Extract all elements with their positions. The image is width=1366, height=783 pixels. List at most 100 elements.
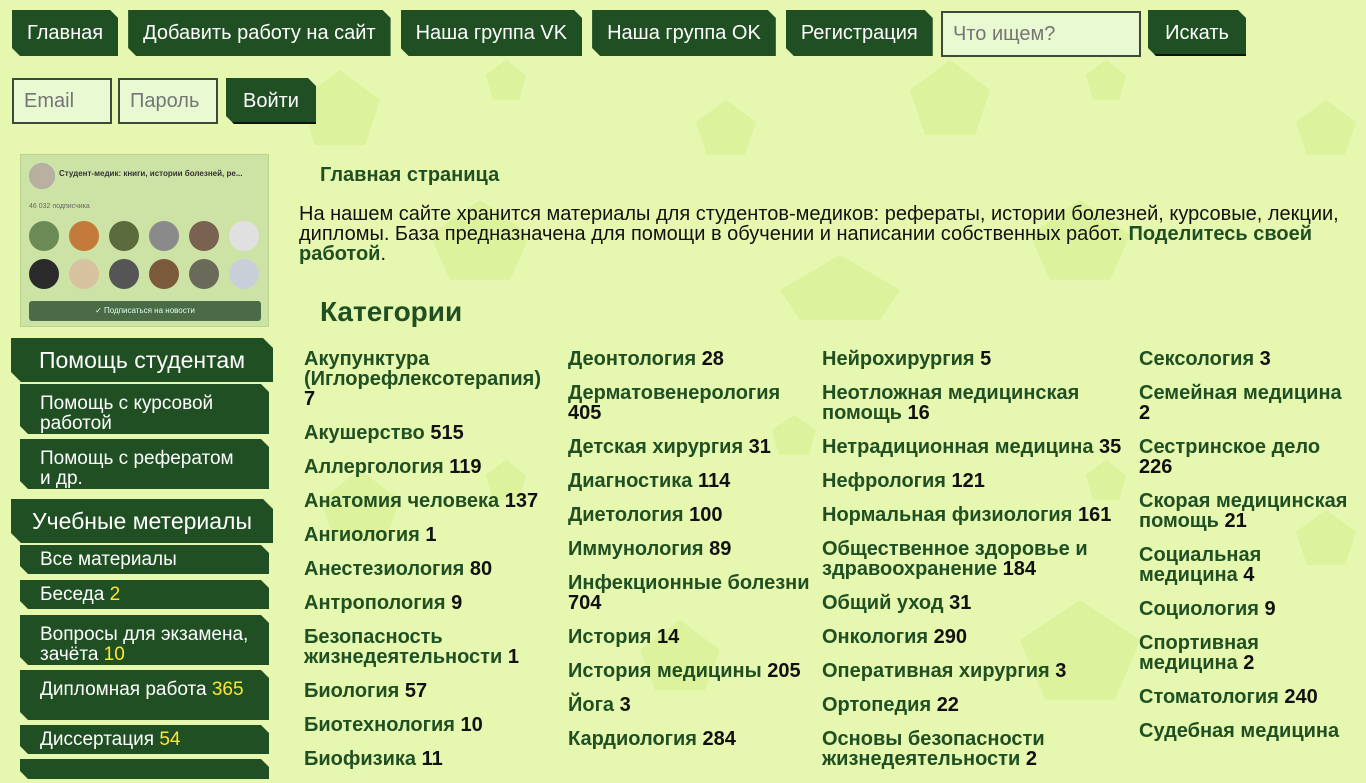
- avatar[interactable]: [29, 221, 59, 251]
- avatar[interactable]: [69, 259, 99, 289]
- category-link[interactable]: Биология 57: [304, 681, 554, 701]
- category-link[interactable]: Спортивная медицина 2: [1139, 633, 1354, 673]
- avatar[interactable]: [189, 221, 219, 251]
- category-link[interactable]: Анатомия человека 137: [304, 491, 554, 511]
- sidebar-item-chat[interactable]: Беседа 2: [20, 580, 269, 609]
- nav-register-button[interactable]: Регистрация: [786, 10, 933, 56]
- category-link[interactable]: История медицины 205: [568, 661, 813, 681]
- avatar[interactable]: [229, 221, 259, 251]
- vk-community-avatar: [29, 163, 55, 189]
- category-name: Семейная медицина: [1139, 382, 1342, 404]
- category-link[interactable]: Детская хирургия 31: [568, 437, 813, 457]
- category-count: 22: [936, 694, 959, 716]
- category-link[interactable]: Общественное здоровье и здравоохранение …: [822, 539, 1127, 579]
- category-link[interactable]: Семейная медицина 2: [1139, 383, 1354, 423]
- category-link[interactable]: Биофизика 11: [304, 749, 554, 769]
- sidebar-item-more[interactable]: [20, 759, 269, 779]
- category-link[interactable]: Неотложная медицинская помощь 16: [822, 383, 1127, 423]
- category-link[interactable]: Йога 3: [568, 695, 813, 715]
- category-count: 205: [767, 660, 801, 682]
- category-link[interactable]: Социальная медицина 4: [1139, 545, 1354, 585]
- category-link[interactable]: Основы безопасности жизнедеятельности 2: [822, 729, 1127, 769]
- category-link[interactable]: Судебная медицина: [1139, 721, 1354, 741]
- category-link[interactable]: Оперативная хирургия 3: [822, 661, 1127, 681]
- category-link[interactable]: Безопасность жизнедеятельности 1: [304, 627, 554, 667]
- category-count: 7: [304, 388, 316, 410]
- sidebar-item-dissertation[interactable]: Диссертация 54: [20, 725, 269, 754]
- category-count: 16: [907, 402, 930, 424]
- category-link[interactable]: Акупунктура (Иглорефлексотерапия) 7: [304, 349, 554, 409]
- sidebar-item-diploma[interactable]: Дипломная работа 365: [20, 670, 269, 720]
- category-name: Онкология: [822, 626, 929, 648]
- login-button[interactable]: Войти: [226, 78, 316, 124]
- nav-add-work-button[interactable]: Добавить работу на сайт: [128, 10, 390, 56]
- sidebar-help-heading: Помощь студентам: [11, 338, 273, 382]
- category-link[interactable]: Биотехнология 10: [304, 715, 554, 735]
- category-name: Дерматовенерология: [568, 382, 781, 404]
- category-link[interactable]: Дерматовенерология 405: [568, 383, 813, 423]
- category-name: Диагностика: [568, 470, 693, 492]
- category-link[interactable]: Акушерство 515: [304, 423, 554, 443]
- category-link[interactable]: Онкология 290: [822, 627, 1127, 647]
- vk-community-title[interactable]: Студент-медик: книги, истории болезней, …: [59, 169, 259, 178]
- category-link[interactable]: Нормальная физиология 161: [822, 505, 1127, 525]
- category-column-3: Нейрохирургия 5 Неотложная медицинская п…: [822, 349, 1127, 783]
- nav-vk-group-button[interactable]: Наша группа VK: [401, 10, 583, 56]
- intro-end: .: [380, 243, 387, 265]
- category-link[interactable]: Деонтология 28: [568, 349, 813, 369]
- password-field[interactable]: [118, 78, 218, 124]
- category-link[interactable]: Инфекционные болезни 704: [568, 573, 813, 613]
- avatar[interactable]: [109, 259, 139, 289]
- category-link[interactable]: Кардиология 284: [568, 729, 813, 749]
- avatar[interactable]: [149, 221, 179, 251]
- vk-subscribe-button[interactable]: ✓ Подписаться на новости: [29, 301, 261, 321]
- category-name: Ортопедия: [822, 694, 932, 716]
- category-link[interactable]: Сестринское дело 226: [1139, 437, 1354, 477]
- nav-home-button[interactable]: Главная: [12, 10, 118, 56]
- avatar[interactable]: [29, 259, 59, 289]
- category-link[interactable]: Ортопедия 22: [822, 695, 1127, 715]
- category-link[interactable]: Нефрология 121: [822, 471, 1127, 491]
- category-link[interactable]: Анестезиология 80: [304, 559, 554, 579]
- category-count: 1: [507, 646, 519, 668]
- category-link[interactable]: Общий уход 31: [822, 593, 1127, 613]
- sidebar-item-essay-help[interactable]: Помощь с рефератом и др.: [20, 439, 269, 489]
- sidebar-item-coursework-help[interactable]: Помощь с курсовой работой: [20, 384, 269, 434]
- sidebar-materials-heading: Учебные метериалы: [11, 499, 273, 543]
- avatar[interactable]: [109, 221, 139, 251]
- category-name: Анатомия человека: [304, 490, 500, 512]
- category-count: 80: [469, 558, 493, 580]
- category-count: 240: [1284, 686, 1318, 708]
- category-count: 2: [1139, 402, 1151, 424]
- category-link[interactable]: Ангиология 1: [304, 525, 554, 545]
- avatar[interactable]: [229, 259, 259, 289]
- category-link[interactable]: Диагностика 114: [568, 471, 813, 491]
- category-link[interactable]: Диетология 100: [568, 505, 813, 525]
- breadcrumb[interactable]: Главная страница: [320, 164, 499, 187]
- category-link[interactable]: История 14: [568, 627, 813, 647]
- category-link[interactable]: Социология 9: [1139, 599, 1354, 619]
- category-name: Ангиология: [304, 524, 420, 546]
- avatar[interactable]: [189, 259, 219, 289]
- category-count: 9: [451, 592, 463, 614]
- nav-ok-group-button[interactable]: Наша группа OK: [592, 10, 776, 56]
- category-link[interactable]: Иммунология 89: [568, 539, 813, 559]
- category-link[interactable]: Стоматология 240: [1139, 687, 1354, 707]
- sidebar-item-all-materials[interactable]: Все материалы: [20, 545, 269, 574]
- category-count: 3: [1259, 348, 1271, 370]
- category-link[interactable]: Нейрохирургия 5: [822, 349, 1127, 369]
- avatar[interactable]: [69, 221, 99, 251]
- category-count: 14: [657, 626, 680, 648]
- search-button[interactable]: Искать: [1148, 10, 1246, 56]
- category-link[interactable]: Антропология 9: [304, 593, 554, 613]
- category-link[interactable]: Скорая медицинская помощь 21: [1139, 491, 1354, 531]
- sidebar-item-exam-questions[interactable]: Вопросы для экзамена, зачёта 10: [20, 615, 269, 665]
- category-name: Иммунология: [568, 538, 704, 560]
- category-link[interactable]: Сексология 3: [1139, 349, 1354, 369]
- category-link[interactable]: Аллергология 119: [304, 457, 554, 477]
- vk-community-widget[interactable]: Студент-медик: книги, истории болезней, …: [20, 154, 269, 327]
- search-input[interactable]: [941, 11, 1141, 57]
- email-field[interactable]: [12, 78, 112, 124]
- category-link[interactable]: Нетрадиционная медицина 35: [822, 437, 1127, 457]
- avatar[interactable]: [149, 259, 179, 289]
